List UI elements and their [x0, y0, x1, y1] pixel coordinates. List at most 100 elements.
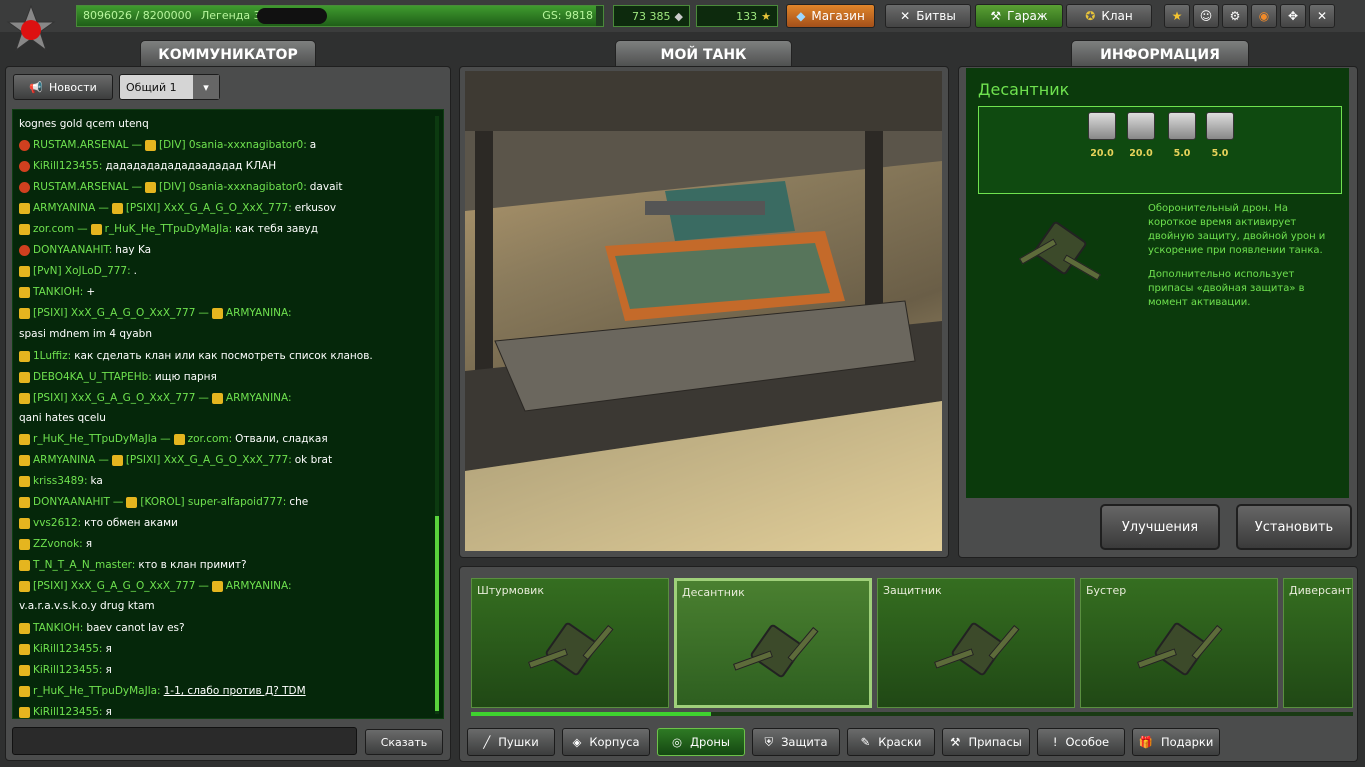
- sender-nick[interactable]: KiRill123455:: [33, 706, 102, 718]
- recipient-nick[interactable]: [DIV] 0sania-xxxnagibator0:: [159, 181, 307, 193]
- sender-nick[interactable]: KiRill123455:: [33, 160, 102, 172]
- channel-select[interactable]: Общий 1 ▾: [119, 74, 220, 100]
- install-button[interactable]: Установить: [1236, 504, 1352, 550]
- carousel-scrollbar[interactable]: [471, 712, 1353, 716]
- tab-cannon[interactable]: ╱ Пушки: [467, 728, 555, 756]
- chat-message: RUSTAM.ARSENAL — [DIV] 0sania-xxxnagibator…: [19, 139, 316, 151]
- recipient-nick[interactable]: ARMYANINA:: [226, 580, 292, 592]
- speaker-icon: ◉: [1258, 9, 1270, 23]
- exclamation-icon: !: [1052, 735, 1058, 749]
- message-text: erkusov: [294, 202, 337, 214]
- sender-nick[interactable]: kriss3489:: [33, 475, 88, 487]
- recipient-nick[interactable]: zor.com:: [188, 433, 233, 445]
- recipient-nick[interactable]: [PSIXI] XxX_G_A_G_O_XxX_777:: [126, 454, 292, 466]
- sender-nick[interactable]: TANKIOH:: [33, 286, 83, 298]
- shop-button[interactable]: ◆ Магазин: [786, 4, 875, 28]
- chat-message: ZZvonok: я: [19, 538, 92, 550]
- scrollbar-thumb[interactable]: [435, 516, 439, 711]
- sender-nick[interactable]: r_HuK_He_TTpuDyMaJla:: [33, 685, 161, 697]
- drone-card[interactable]: Диверсант: [1283, 578, 1353, 708]
- tab-paint[interactable]: ✎ Краски: [847, 728, 935, 756]
- close-button[interactable]: ✕: [1309, 4, 1335, 28]
- drone-card[interactable]: Десантник: [674, 578, 872, 708]
- tab-hull[interactable]: ◈ Корпуса: [562, 728, 650, 756]
- sender-nick[interactable]: RUSTAM.ARSENAL: [33, 139, 129, 151]
- sender-nick[interactable]: r_HuK_He_TTpuDyMaJla: [33, 433, 157, 445]
- settings-button[interactable]: ⚙: [1222, 4, 1248, 28]
- sender-nick[interactable]: ARMYANINA: [33, 454, 95, 466]
- chat-message: vvs2612: кто обмен аками: [19, 517, 178, 529]
- carousel-scroll-thumb[interactable]: [471, 712, 711, 716]
- message-text: hay Ka: [115, 244, 152, 256]
- sender-nick[interactable]: DEBO4KA_U_TTAPEHb:: [33, 371, 152, 383]
- sender-nick[interactable]: KiRill123455:: [33, 664, 102, 676]
- chat-message: KiRill123455: я: [19, 643, 112, 655]
- send-button[interactable]: Сказать: [365, 729, 443, 755]
- separator: —: [131, 181, 143, 193]
- recipient-nick[interactable]: r_HuK_He_TTpuDyMaJla:: [105, 223, 233, 235]
- message-text: che: [289, 496, 309, 508]
- battles-button[interactable]: ✕ Битвы: [885, 4, 971, 28]
- sender-nick[interactable]: vvs2612:: [33, 517, 81, 529]
- chat-message: RUSTAM.ARSENAL — [DIV] 0sania-xxxnagibator…: [19, 181, 343, 193]
- sender-nick[interactable]: KiRill123455:: [33, 643, 102, 655]
- battles-label: Битвы: [916, 9, 956, 23]
- garage-button[interactable]: ⚒ Гараж: [975, 4, 1063, 28]
- drone-card[interactable]: Штурмовик: [471, 578, 669, 708]
- rank-icon: [19, 160, 30, 172]
- sender-nick[interactable]: zor.com: [33, 223, 74, 235]
- news-button[interactable]: 📢 Новости: [13, 74, 113, 100]
- recipient-nick[interactable]: ARMYANINA:: [226, 307, 292, 319]
- sender-nick[interactable]: 1Luffiz:: [33, 350, 71, 362]
- paint-icon: ✎: [860, 735, 871, 749]
- friends-button[interactable]: ☺: [1193, 4, 1219, 28]
- sender-nick[interactable]: TANKIOH:: [33, 622, 83, 634]
- tab-gift[interactable]: 🎁 Подарки: [1132, 728, 1220, 756]
- sender-nick[interactable]: RUSTAM.ARSENAL: [33, 181, 129, 193]
- sender-nick[interactable]: [PSIXI] XxX_G_A_G_O_XxX_777: [33, 392, 195, 404]
- tab-wrench[interactable]: ⚒ Припасы: [942, 728, 1030, 756]
- protection-icon: [1088, 112, 1116, 140]
- sound-button[interactable]: ◉: [1251, 4, 1277, 28]
- sender-nick[interactable]: DONYAANAHIT: [33, 496, 110, 508]
- separator: —: [98, 454, 109, 466]
- sender-nick[interactable]: T_N_T_A_N_master:: [33, 559, 135, 571]
- upgrade-button[interactable]: Улучшения: [1100, 504, 1220, 550]
- sender-nick[interactable]: ZZvonok:: [33, 538, 83, 550]
- sender-nick[interactable]: [PSIXI] XxX_G_A_G_O_XxX_777: [33, 580, 195, 592]
- chat-message: TANKIOH: +: [19, 286, 95, 298]
- sender-nick[interactable]: DONYAANAHIT:: [33, 244, 112, 256]
- drone-icon: ◎: [672, 735, 683, 749]
- chat-message: [PSIXI] XxX_G_A_G_O_XxX_777— ARMYANINA:: [19, 307, 292, 319]
- recipient-nick[interactable]: [PSIXI] XxX_G_A_G_O_XxX_777:: [126, 202, 292, 214]
- chat-message: KiRill123455: дададададададаададад КЛАН: [19, 160, 276, 172]
- tab-drone[interactable]: ◎ Дроны: [657, 728, 745, 756]
- tab-shield[interactable]: ⛨ Защита: [752, 728, 840, 756]
- clan-button[interactable]: ✪ Клан: [1066, 4, 1152, 28]
- rank-icon: [19, 454, 30, 466]
- message-text: я: [105, 664, 112, 676]
- chat-message: T_N_T_A_N_master: кто в клан примит?: [19, 559, 247, 571]
- drone-image: [1137, 609, 1223, 689]
- sender-nick[interactable]: [PSIXI] XxX_G_A_G_O_XxX_777: [33, 307, 195, 319]
- drone-card[interactable]: Защитник: [877, 578, 1075, 708]
- drone-preview-image: [1010, 206, 1110, 306]
- sender-nick[interactable]: [PvN] XoJLoD_777:: [33, 265, 131, 277]
- chat-scrollbar[interactable]: [435, 116, 439, 714]
- information-tab: ИНФОРМАЦИЯ: [1071, 40, 1249, 68]
- rank-icon: [19, 496, 30, 508]
- close-icon: ✕: [1316, 9, 1328, 23]
- install-label: Установить: [1254, 519, 1334, 535]
- recipient-nick[interactable]: ARMYANINA:: [226, 392, 292, 404]
- chat-message: r_HuK_He_TTpuDyMaJla — zor.com: Отвали, сла…: [19, 433, 328, 445]
- chat-message-list[interactable]: kognes gold qcem utenq RUSTAM.ARSENAL — [DI…: [12, 109, 444, 719]
- fullscreen-button[interactable]: ✥: [1280, 4, 1306, 28]
- chat-input[interactable]: [12, 727, 357, 755]
- drone-card-label: Защитник: [883, 584, 942, 597]
- recipient-nick[interactable]: [KOROL] super-alfapoid777:: [140, 496, 286, 508]
- drone-card[interactable]: Бустер: [1080, 578, 1278, 708]
- achievements-star-button[interactable]: ★: [1164, 4, 1190, 28]
- sender-nick[interactable]: ARMYANINA: [33, 202, 95, 214]
- tab-exclamation[interactable]: ! Особое: [1037, 728, 1125, 756]
- recipient-nick[interactable]: [DIV] 0sania-xxxnagibator0:: [159, 139, 307, 151]
